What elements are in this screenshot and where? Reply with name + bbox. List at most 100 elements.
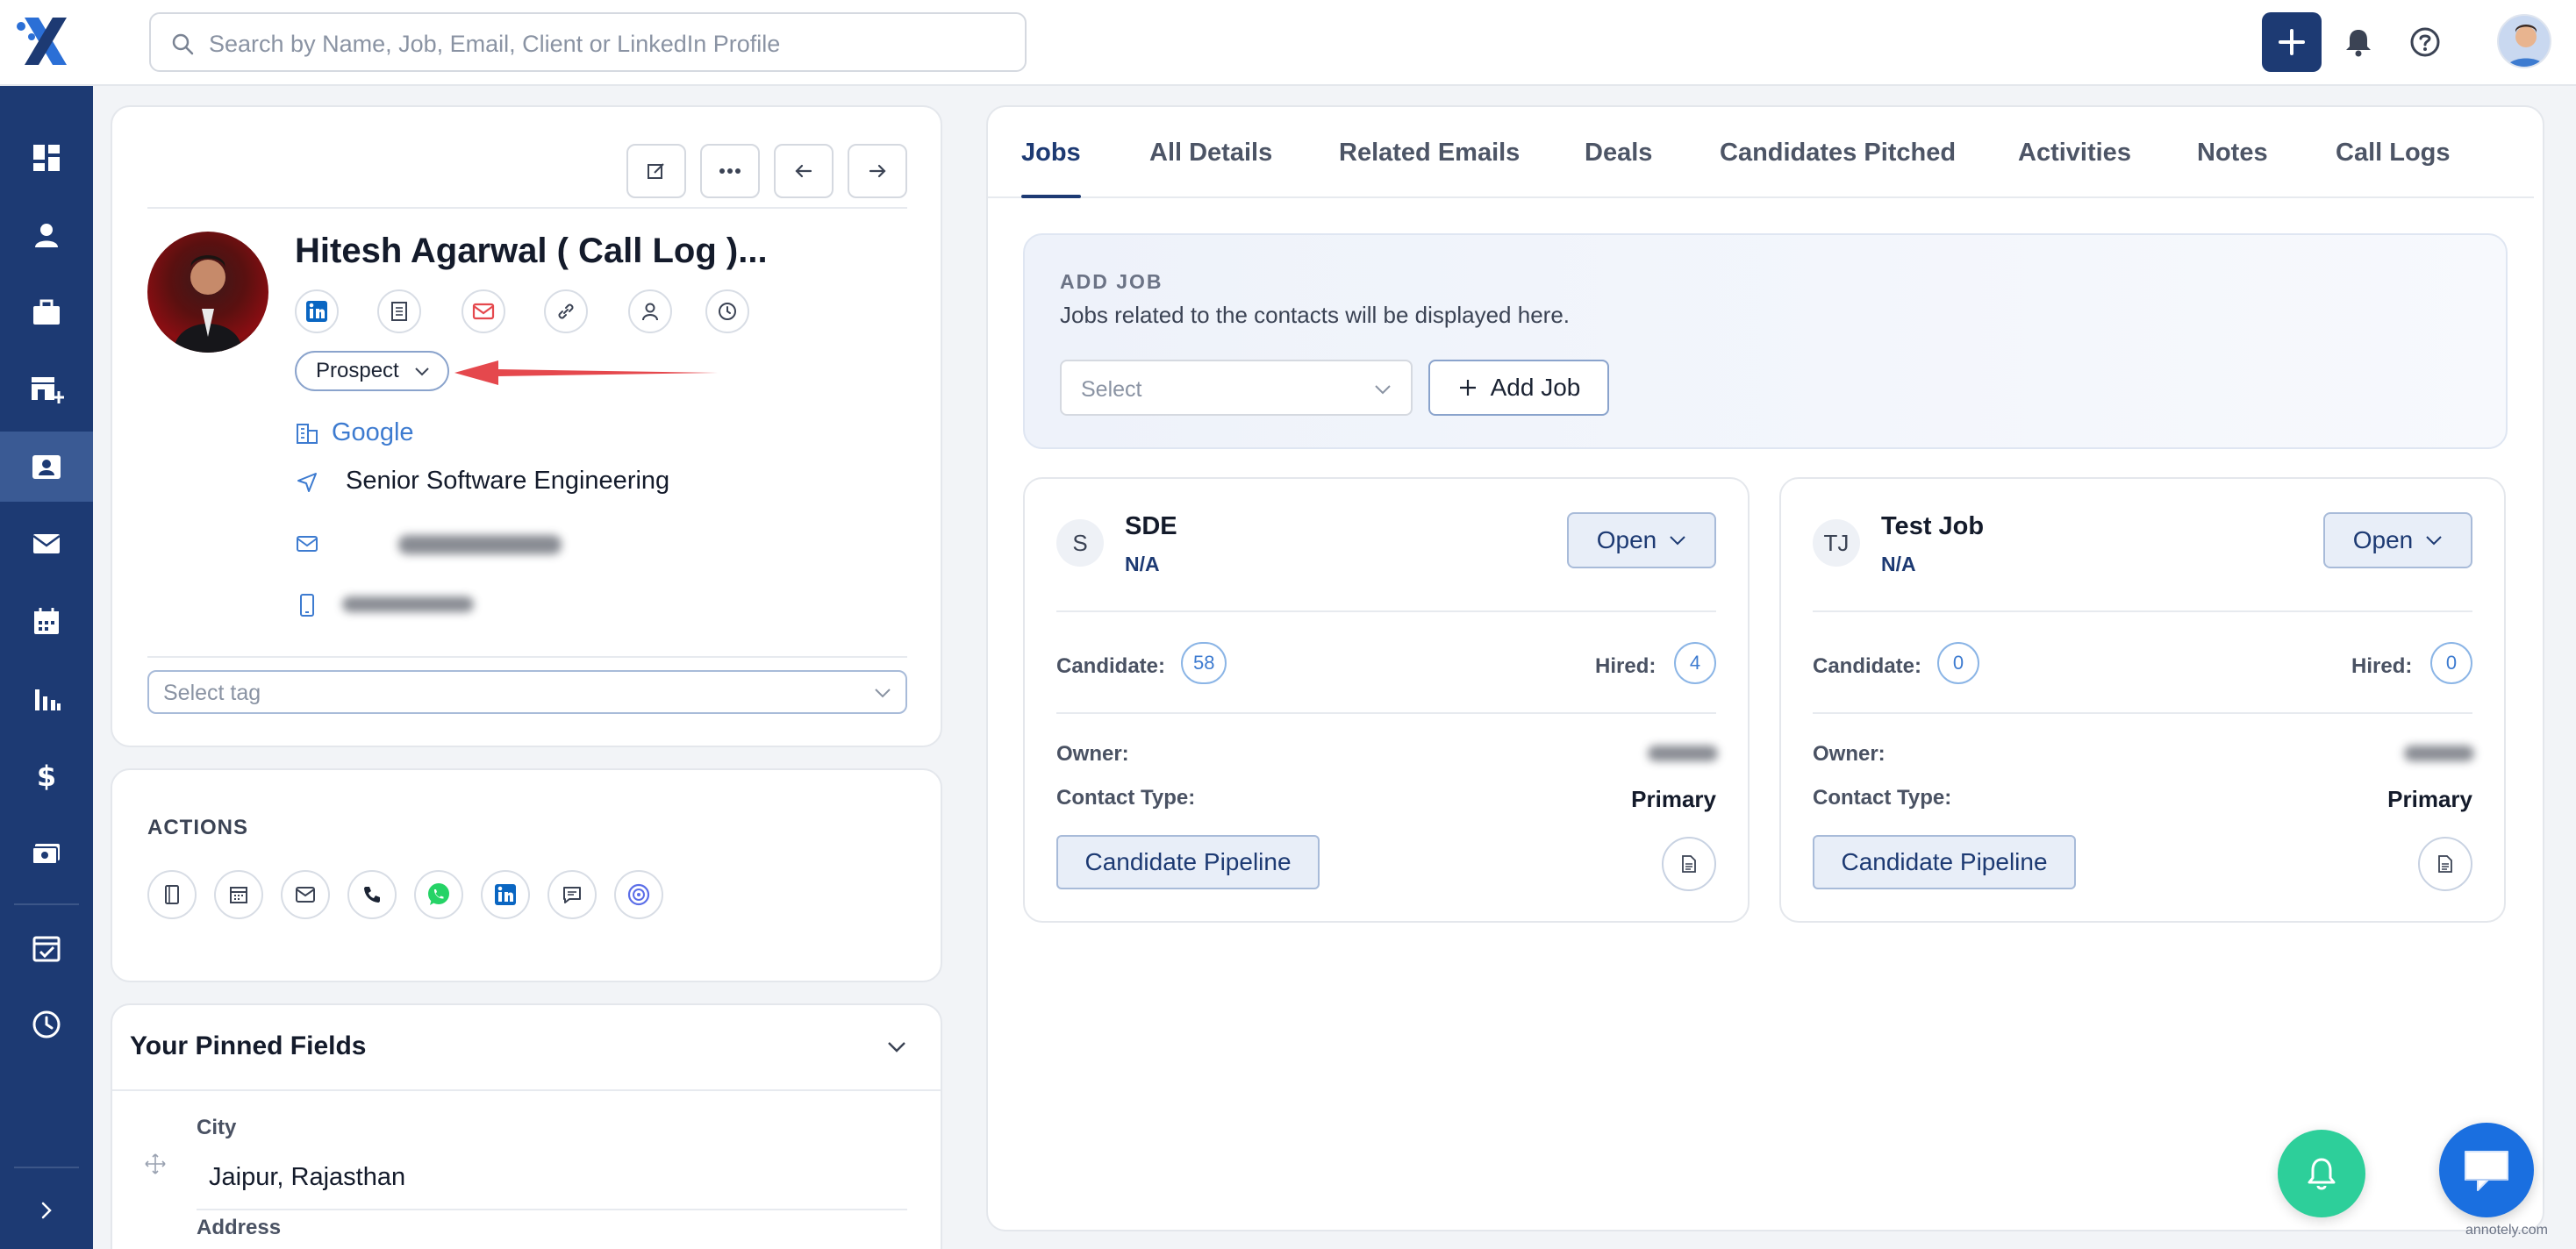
owner-button[interactable] [628,289,672,333]
hired-count-badge[interactable]: 4 [1674,642,1716,684]
sidebar-item-jobs[interactable] [0,277,93,347]
notebook-icon [165,885,179,904]
job-select[interactable]: Select [1060,360,1413,416]
action-whatsapp-button[interactable] [414,870,463,919]
calendar-icon [34,608,59,634]
sidebar-item-dashboard[interactable] [0,123,93,193]
tag-select[interactable]: Select tag [147,670,907,714]
add-job-button[interactable]: Add Job [1428,360,1609,416]
arrow-left-icon [795,164,812,178]
sidebar-item-reports[interactable] [0,663,93,733]
status-label: Prospect [316,359,399,382]
mail-icon [32,534,61,553]
sidebar-item-finance[interactable]: $ [0,740,93,810]
action-meeting-button[interactable] [214,870,263,919]
hired-count-badge[interactable]: 0 [2430,642,2472,684]
previous-button[interactable] [774,144,834,198]
divider [1056,712,1716,714]
sidebar-item-calendar[interactable] [0,586,93,656]
action-integration-button[interactable] [614,870,663,919]
linkedin-icon [495,884,516,905]
money-icon [32,844,60,865]
sidebar-item-mail[interactable] [0,509,93,579]
tab-call-logs[interactable]: Call Logs [2336,139,2451,168]
more-options-button[interactable] [700,144,760,198]
chat-icon [2465,1151,2508,1191]
owner-redacted [2404,746,2474,761]
tab-notes[interactable]: Notes [2197,139,2268,168]
watermark: annotely.com [2465,1223,2548,1238]
job-status-dropdown[interactable]: Open [1567,512,1716,568]
job-document-button[interactable] [1662,837,1716,891]
candidate-count-badge[interactable]: 0 [1937,642,1979,684]
tab-related-emails[interactable]: Related Emails [1339,139,1520,168]
contact-name: Hitesh Agarwal ( Call Log )... [295,232,768,270]
job-title[interactable]: SDE [1125,512,1177,541]
job-status-dropdown[interactable]: Open [2323,512,2472,568]
sidebar-expand-button[interactable] [0,1175,93,1245]
notes-link[interactable] [377,289,421,333]
briefcase-icon [33,299,60,325]
job-title[interactable]: Test Job [1881,512,1984,541]
tab-deals[interactable]: Deals [1585,139,1652,168]
tab-all-details[interactable]: All Details [1149,139,1272,168]
phone-icon [300,594,314,617]
action-email-button[interactable] [281,870,330,919]
tab-jobs[interactable]: Jobs [1021,139,1081,168]
search-placeholder: Search by Name, Job, Email, Client or Li… [209,31,781,57]
mail-icon [296,887,315,903]
task-calendar-icon [32,936,61,962]
actions-title: ACTIONS [147,816,248,839]
clock-icon [32,1010,61,1038]
tab-activities[interactable]: Activities [2018,139,2131,168]
candidate-count-badge[interactable]: 58 [1181,642,1227,684]
action-linkedin-button[interactable] [481,870,530,919]
candidate-pipeline-button[interactable]: Candidate Pipeline [1813,835,2076,889]
logo-icon[interactable] [12,12,79,70]
action-call-button[interactable] [347,870,397,919]
copy-link-button[interactable] [544,289,588,333]
notifications-fab[interactable] [2278,1130,2365,1217]
bell-icon[interactable] [2341,25,2376,60]
chevron-down-icon[interactable] [886,1040,907,1054]
avatar[interactable] [2497,14,2551,68]
plus-icon [1459,380,1476,396]
action-sms-button[interactable] [547,870,597,919]
job-avatar: S [1056,519,1104,567]
divider [197,1209,907,1210]
owner-label: Owner: [1056,742,1129,766]
company-icon [297,424,318,444]
company-link[interactable]: Google [332,418,414,447]
active-tab-indicator [1021,195,1081,198]
next-button[interactable] [848,144,907,198]
tab-candidates-pitched[interactable]: Candidates Pitched [1720,139,1956,168]
sidebar-item-contacts[interactable] [0,432,93,502]
reports-icon [35,689,61,710]
email-link[interactable] [462,289,505,333]
history-button[interactable] [705,289,749,333]
sidebar-item-tasks[interactable] [0,912,93,982]
job-status-label: Open [1596,526,1657,553]
divider [147,656,907,658]
sidebar-item-clients[interactable] [0,354,93,425]
drag-handle-icon[interactable] [144,1153,167,1175]
job-subtitle: N/A [1881,553,1916,575]
chat-fab[interactable] [2439,1123,2534,1217]
sidebar-item-history[interactable] [0,989,93,1060]
phone-redacted [342,596,474,612]
candidate-pipeline-button[interactable]: Candidate Pipeline [1056,835,1320,889]
edit-button[interactable] [626,144,686,198]
owner-redacted [1648,746,1718,761]
status-dropdown[interactable]: Prospect [295,351,449,391]
sidebar-item-candidates[interactable] [0,200,93,270]
job-document-button[interactable] [2418,837,2472,891]
sidebar-item-billing[interactable] [0,817,93,888]
create-button[interactable] [2262,12,2322,72]
actions-card: ACTIONS [111,768,942,982]
linkedin-link[interactable] [295,289,339,333]
help-icon[interactable] [2408,25,2443,60]
search-input[interactable]: Search by Name, Job, Email, Client or Li… [149,12,1027,72]
job-card: TJ Test Job N/A Open Candidate: 0 Hired:… [1779,477,2506,923]
action-note-button[interactable] [147,870,197,919]
job-title: Senior Software Engineering [346,467,670,495]
